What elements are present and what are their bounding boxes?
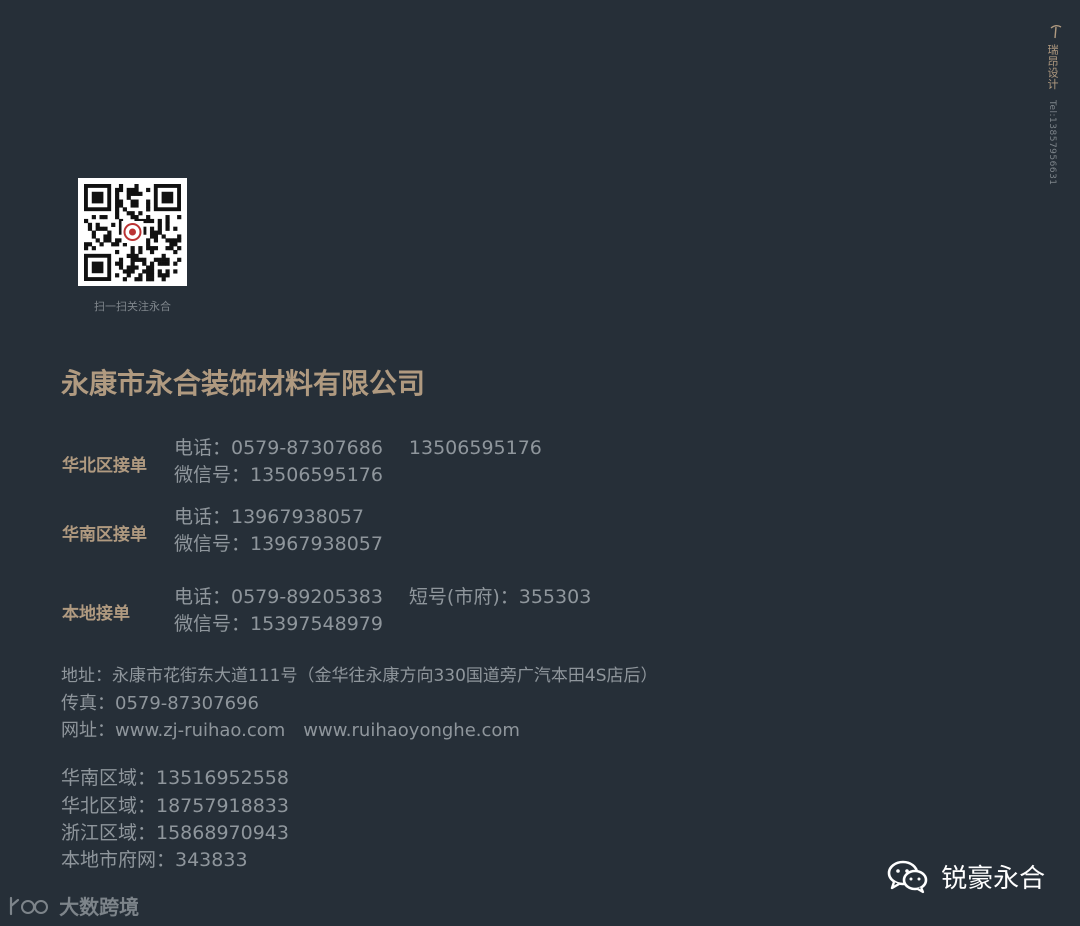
- watermark-text: 大数跨境: [59, 895, 140, 919]
- region-local-line-2: 微信号：15397548979: [174, 611, 383, 638]
- area-contact-local: 本地市府网：343833: [61, 849, 248, 871]
- region-local-line-1: 电话：0579-89205383 短号(市府)：355303: [174, 584, 591, 611]
- area-contact-south: 华南区域：13516952558: [61, 767, 289, 789]
- address: 地址：永康市花街东大道111号（金华往永康方向330国道旁广汽本田4S店后）: [61, 666, 658, 686]
- region-label-local: 本地接单: [62, 604, 130, 624]
- side-brand-text: 瑞昂设计 Tel:13857956631: [1044, 44, 1060, 186]
- region-south-line-2: 微信号：13967938057: [174, 531, 383, 558]
- company-name: 永康市永合装饰材料有限公司: [61, 367, 426, 400]
- local-phone: 电话：0579-89205383: [174, 586, 383, 608]
- website-2[interactable]: www.ruihaoyonghe.com: [303, 720, 520, 741]
- website-1[interactable]: 网址：www.zj-ruihao.com: [61, 720, 285, 741]
- north-mobile: 13506595176: [408, 437, 542, 459]
- area-contact-zhejiang: 浙江区域：15868970943: [61, 822, 289, 844]
- south-phone: 电话：13967938057: [174, 506, 364, 528]
- fax: 传真：0579-87307696: [61, 693, 259, 714]
- footer-watermark: 大数跨境: [8, 891, 139, 921]
- qr-code: [78, 178, 187, 286]
- region-label-north: 华北区接单: [62, 456, 147, 476]
- local-short-number: 短号(市府)：355303: [408, 586, 592, 608]
- website-line: 网址：www.zj-ruihao.com www.ruihaoyonghe.com: [61, 717, 520, 744]
- region-north-line-1: 电话：0579-87307686 13506595176: [174, 435, 542, 462]
- side-brand: 瑞昂设计 Tel:13857956631: [1040, 24, 1070, 199]
- qr-caption: 扫一扫关注永合: [94, 300, 171, 313]
- side-brand-tel: Tel:13857956631: [1047, 100, 1057, 186]
- north-phone: 电话：0579-87307686: [174, 437, 383, 459]
- area-contact-north: 华北区域：18757918833: [61, 795, 289, 817]
- side-brand-name: 瑞昂设计: [1046, 44, 1059, 90]
- north-wechat: 微信号：13506595176: [174, 464, 383, 486]
- watermark-logo-icon: [9, 896, 48, 915]
- local-wechat: 微信号：15397548979: [174, 613, 383, 635]
- wechat-account-name: 锐豪永合: [941, 864, 1046, 894]
- region-label-south: 华南区接单: [62, 525, 147, 545]
- wechat-account[interactable]: 锐豪永合: [886, 858, 1045, 894]
- qr-code-image: [84, 184, 182, 282]
- address-line: 地址：永康市花街东大道111号（金华往永康方向330国道旁广汽本田4S店后）: [61, 663, 658, 690]
- brand-mark-icon: [1050, 25, 1062, 39]
- fax-line: 传真：0579-87307696: [61, 690, 259, 717]
- region-south-line-1: 电话：13967938057: [174, 504, 364, 531]
- south-wechat: 微信号：13967938057: [174, 533, 383, 555]
- region-north-line-2: 微信号：13506595176: [174, 462, 383, 489]
- wechat-icon: [887, 860, 928, 893]
